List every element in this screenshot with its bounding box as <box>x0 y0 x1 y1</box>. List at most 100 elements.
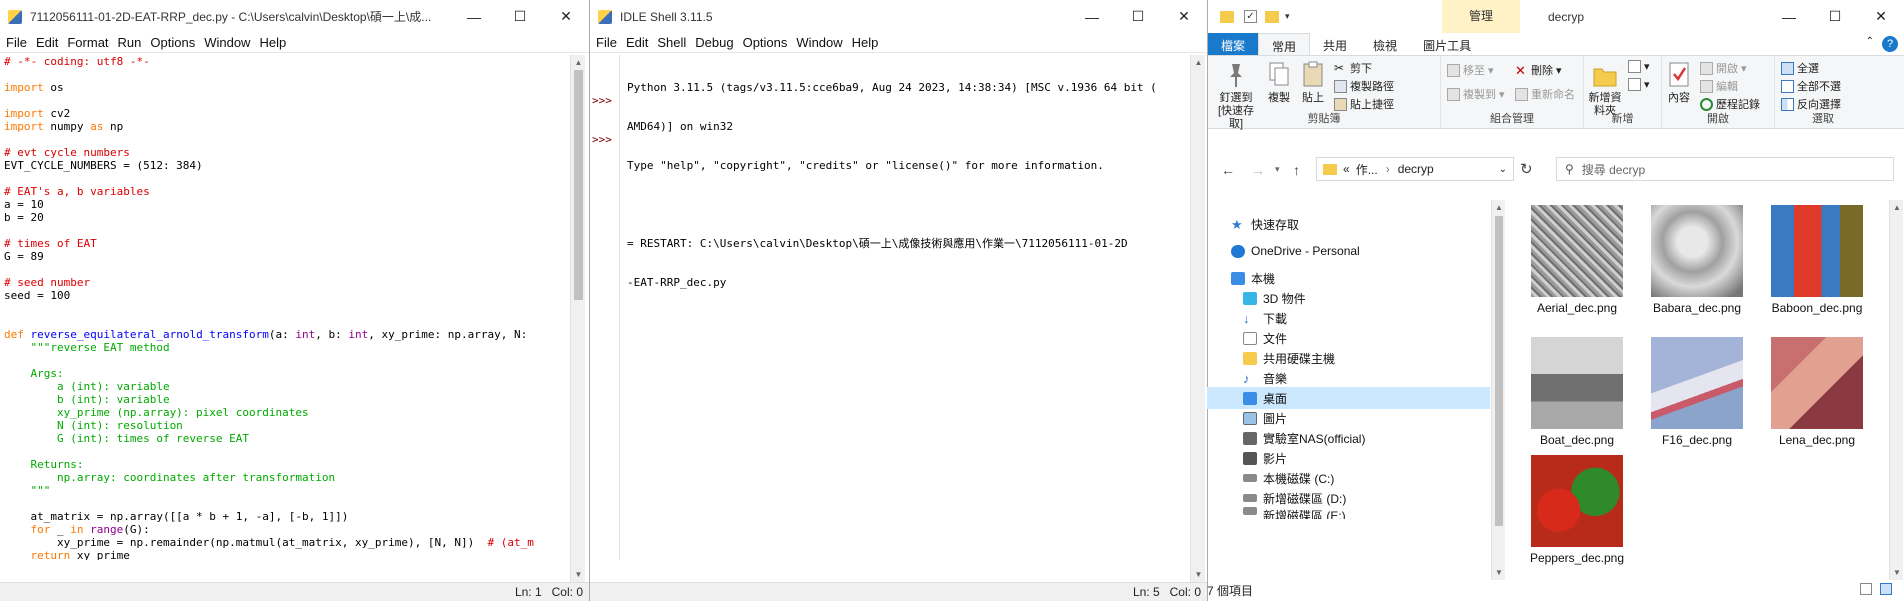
menu-help[interactable]: Help <box>257 35 293 50</box>
refresh-icon[interactable]: ↻ <box>1520 160 1533 178</box>
properties-button[interactable]: 內容 <box>1664 60 1694 105</box>
move-to-button[interactable]: 移至 ▾ <box>1447 62 1494 78</box>
address-bar[interactable]: « 作... › decryp ⌄ <box>1316 157 1514 181</box>
shell-titlebar[interactable]: IDLE Shell 3.11.5 — ☐ ✕ <box>590 0 1207 33</box>
file-item[interactable]: Lena_dec.png <box>1767 337 1867 447</box>
file-item[interactable]: Baboon_dec.png <box>1767 205 1867 315</box>
nav-item-pictures[interactable]: 圖片 <box>1243 407 1287 429</box>
nav-item-videos[interactable]: 影片 <box>1243 447 1287 469</box>
tab-view[interactable]: 檢視 <box>1360 33 1410 55</box>
nav-item-music[interactable]: ♪ 音樂 <box>1243 367 1287 389</box>
file-item[interactable]: Peppers_dec.png <box>1527 455 1627 565</box>
maximize-icon[interactable]: ☐ <box>497 0 543 33</box>
edit-button[interactable]: 編輯 <box>1700 78 1738 94</box>
file-item[interactable]: F16_dec.png <box>1647 337 1747 447</box>
search-input[interactable]: ⚲ 搜尋 decryp <box>1556 157 1894 181</box>
delete-button[interactable]: ✕ 刪除 ▾ <box>1515 62 1562 78</box>
content-scrollbar[interactable]: ▲ ▼ <box>1889 200 1903 580</box>
scroll-down-icon[interactable]: ▼ <box>571 567 586 582</box>
menu-edit[interactable]: Edit <box>34 35 65 50</box>
paste-button[interactable]: 貼上 <box>1298 60 1328 105</box>
menu-options[interactable]: Options <box>148 35 202 50</box>
rename-button[interactable]: 重新命名 <box>1515 86 1575 102</box>
scroll-thumb[interactable] <box>1495 216 1503 526</box>
menu-file[interactable]: File <box>4 35 34 50</box>
large-icons-view-icon[interactable] <box>1880 583 1892 595</box>
menu-run[interactable]: Run <box>116 35 149 50</box>
close-icon[interactable]: ✕ <box>543 0 589 33</box>
menu-format[interactable]: Format <box>65 35 115 50</box>
nav-item-nas[interactable]: 實驗室NAS(official) <box>1243 427 1365 449</box>
file-item[interactable]: Boat_dec.png <box>1527 337 1627 447</box>
menu-window[interactable]: Window <box>794 35 849 50</box>
copy-path-button[interactable]: 複製路徑 <box>1334 78 1394 94</box>
chevron-down-icon[interactable]: ▾ <box>1285 11 1290 22</box>
up-arrow-icon[interactable]: ↑ <box>1293 162 1300 178</box>
minimize-icon[interactable]: — <box>1766 0 1812 33</box>
editor-scrollbar[interactable]: ▲ ▼ <box>570 55 585 582</box>
open-button[interactable]: 開啟 ▾ <box>1700 60 1747 76</box>
menu-file[interactable]: File <box>594 35 624 50</box>
tab-file[interactable]: 檔案 <box>1208 33 1259 55</box>
minimize-icon[interactable]: — <box>451 0 497 33</box>
maximize-icon[interactable]: ☐ <box>1812 0 1858 33</box>
maximize-icon[interactable]: ☐ <box>1115 0 1161 33</box>
nav-item-3d-objects[interactable]: 3D 物件 <box>1243 287 1306 309</box>
easy-access-button[interactable]: ▾ <box>1628 78 1650 91</box>
new-item-button[interactable]: ▾ <box>1628 60 1650 73</box>
tab-picture-tools[interactable]: 圖片工具 <box>1410 33 1484 55</box>
nav-item-desktop[interactable]: 桌面 <box>1207 387 1490 409</box>
chevron-down-icon[interactable]: ⌄ <box>1499 164 1507 175</box>
editor-titlebar[interactable]: 7112056111-01-2D-EAT-RRP_dec.py - C:\Use… <box>0 0 589 33</box>
nav-item-drive-e[interactable]: 新增磁碟區 (E:) <box>1243 507 1346 519</box>
nav-item-this-pc[interactable]: 本機 <box>1231 267 1275 289</box>
select-none-button[interactable]: 全部不選 <box>1781 78 1841 94</box>
scroll-down-icon[interactable]: ▼ <box>1890 565 1904 580</box>
nav-item-downloads[interactable]: ↓ 下載 <box>1243 307 1287 329</box>
menu-options[interactable]: Options <box>741 35 795 50</box>
scroll-up-icon[interactable]: ▲ <box>571 55 586 70</box>
forward-arrow-icon[interactable]: → <box>1251 162 1265 178</box>
nav-item-shared-host[interactable]: 共用硬碟主機 <box>1243 347 1335 369</box>
menu-help[interactable]: Help <box>850 35 886 50</box>
quick-access-properties-icon[interactable]: ✓ <box>1244 10 1257 23</box>
address-crumb[interactable]: 作... <box>1356 161 1378 178</box>
menu-edit[interactable]: Edit <box>624 35 655 50</box>
menu-debug[interactable]: Debug <box>693 35 740 50</box>
file-item[interactable]: Aerial_dec.png <box>1527 205 1627 315</box>
nav-item-onedrive[interactable]: OneDrive - Personal <box>1231 240 1360 262</box>
help-icon[interactable]: ? <box>1882 36 1898 52</box>
scroll-up-icon[interactable]: ▲ <box>1890 200 1904 215</box>
menu-shell[interactable]: Shell <box>655 35 693 50</box>
tab-share[interactable]: 共用 <box>1310 33 1360 55</box>
recent-chevron-icon[interactable]: ▾ <box>1275 164 1280 175</box>
scroll-thumb[interactable] <box>574 70 583 300</box>
address-overflow[interactable]: « <box>1343 162 1350 176</box>
tab-home[interactable]: 常用 <box>1258 33 1311 55</box>
collapse-ribbon-icon[interactable]: ⌃ <box>1866 36 1874 47</box>
address-crumb[interactable]: decryp <box>1398 162 1434 176</box>
cut-button[interactable]: ✂ 剪下 <box>1334 60 1372 76</box>
select-all-button[interactable]: 全選 <box>1781 60 1819 76</box>
nav-item-documents[interactable]: 文件 <box>1243 327 1287 349</box>
copy-button[interactable]: 複製 <box>1264 60 1294 105</box>
shell-output[interactable]: Python 3.11.5 (tags/v3.11.5:cce6ba9, Aug… <box>623 55 1188 560</box>
file-item[interactable]: Babara_dec.png <box>1647 205 1747 315</box>
menu-window[interactable]: Window <box>202 35 257 50</box>
scroll-down-icon[interactable]: ▼ <box>1191 567 1206 582</box>
new-folder-qa-icon[interactable] <box>1265 10 1279 23</box>
nav-item-drive-c[interactable]: 本機磁碟 (C:) <box>1243 467 1334 489</box>
copy-to-button[interactable]: 複製到 ▾ <box>1447 86 1505 102</box>
scroll-down-icon[interactable]: ▼ <box>1492 565 1506 580</box>
nav-scrollbar[interactable]: ▲ ▼ <box>1491 200 1505 580</box>
nav-item-drive-d[interactable]: 新增磁碟區 (D:) <box>1243 487 1346 509</box>
close-icon[interactable]: ✕ <box>1858 0 1904 33</box>
editor-code-area[interactable]: # -*- coding: utf8 -*- import os import … <box>0 55 570 560</box>
minimize-icon[interactable]: — <box>1069 0 1115 33</box>
shell-scrollbar[interactable]: ▲ ▼ <box>1190 55 1205 582</box>
explorer-titlebar[interactable]: ✓ ▾ 管理 decryp — ☐ ✕ <box>1208 0 1904 33</box>
tool-tab-label[interactable]: 管理 <box>1442 0 1520 33</box>
back-arrow-icon[interactable]: ← <box>1221 162 1235 178</box>
scroll-up-icon[interactable]: ▲ <box>1492 200 1506 215</box>
close-icon[interactable]: ✕ <box>1161 0 1207 33</box>
